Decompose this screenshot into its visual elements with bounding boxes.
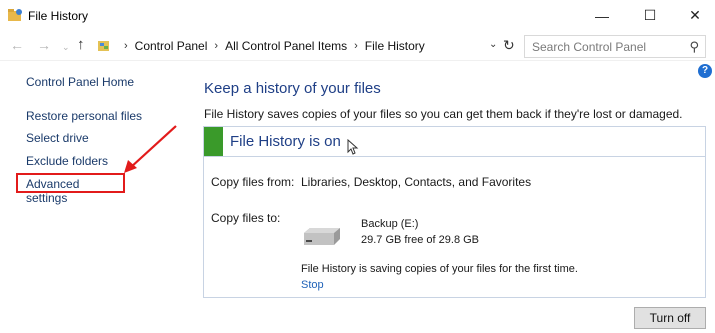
- breadcrumb-separator: ›: [354, 40, 358, 52]
- breadcrumb-file-history[interactable]: File History: [365, 39, 425, 53]
- control-panel-icon: [98, 41, 109, 51]
- drive-icon: [304, 228, 340, 245]
- copy-from-value: Libraries, Desktop, Contacts, and Favori…: [301, 175, 532, 189]
- status-header: File History is on: [204, 127, 705, 157]
- navigation-bar: ← → ⌄ ↑ › Control Panel › All Control Pa…: [0, 31, 715, 61]
- status-indicator: [204, 127, 223, 156]
- close-button[interactable]: ✕: [672, 0, 715, 31]
- turn-off-button[interactable]: Turn off: [634, 307, 706, 329]
- saving-message: File History is saving copies of your fi…: [301, 263, 578, 275]
- recent-locations-chevron-icon[interactable]: ⌄: [62, 42, 70, 53]
- help-icon[interactable]: ?: [698, 64, 712, 78]
- refresh-icon[interactable]: ↻: [503, 37, 515, 54]
- address-bar[interactable]: › Control Panel › All Control Panel Item…: [97, 36, 517, 56]
- sidebar-item-exclude-folders[interactable]: Exclude folders: [26, 154, 108, 168]
- breadcrumb-control-panel[interactable]: Control Panel: [135, 39, 208, 53]
- breadcrumb-separator: ›: [214, 40, 219, 52]
- mouse-cursor-icon: [347, 139, 359, 155]
- window-title: File History: [28, 9, 89, 23]
- breadcrumb-separator: ›: [124, 40, 128, 52]
- drive-name: Backup (E:): [361, 218, 419, 230]
- sidebar-item-control-panel-home[interactable]: Control Panel Home: [26, 75, 134, 89]
- drive-free-space: 29.7 GB free of 29.8 GB: [361, 234, 480, 246]
- status-text: File History is on: [230, 133, 341, 150]
- search-placeholder: Search Control Panel: [532, 40, 647, 54]
- annotation-arrow-icon: [124, 125, 177, 173]
- search-input[interactable]: Search Control Panel ⚲: [524, 35, 706, 58]
- maximize-button[interactable]: ☐: [627, 0, 673, 31]
- copy-from-label: Copy files from:: [211, 175, 295, 189]
- sidebar-item-restore-personal-files[interactable]: Restore personal files: [26, 109, 142, 123]
- back-arrow-icon[interactable]: ←: [10, 37, 24, 53]
- up-arrow-icon[interactable]: ↑: [77, 36, 85, 53]
- sidebar-item-select-drive[interactable]: Select drive: [26, 131, 89, 145]
- stop-link[interactable]: Stop: [301, 279, 324, 291]
- page-title: Keep a history of your files: [204, 80, 381, 97]
- breadcrumb-all-items[interactable]: All Control Panel Items: [225, 39, 347, 53]
- copy-to-label: Copy files to:: [211, 211, 281, 225]
- title-bar: File History — ☐ ✕: [0, 0, 715, 31]
- forward-arrow-icon[interactable]: →: [37, 37, 51, 53]
- address-dropdown-chevron-icon[interactable]: ⌄: [489, 39, 497, 50]
- search-icon[interactable]: ⚲: [689, 39, 699, 55]
- sidebar-item-advanced-settings[interactable]: Advanced settings: [16, 173, 125, 205]
- minimize-button[interactable]: —: [579, 0, 625, 31]
- page-description: File History saves copies of your files …: [204, 107, 683, 121]
- file-history-app-icon: [8, 9, 22, 21]
- file-history-panel: File History is on Copy files from: Libr…: [203, 126, 706, 298]
